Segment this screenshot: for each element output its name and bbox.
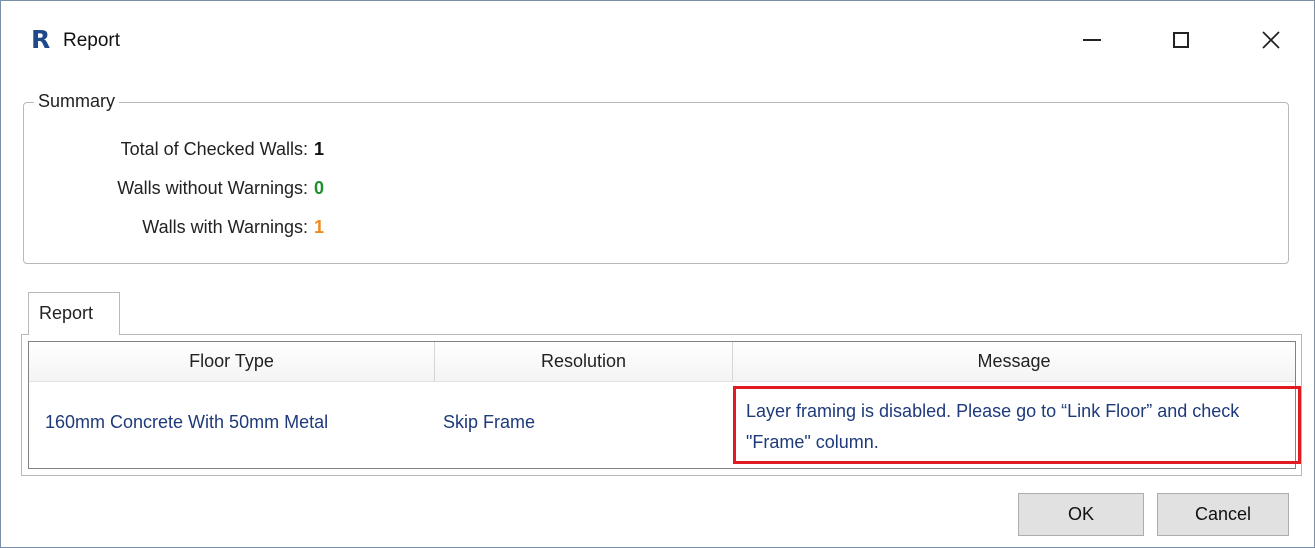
summary-row-with-warnings: Walls with Warnings: 1 — [28, 217, 324, 238]
revit-app-icon: R — [31, 25, 51, 54]
summary-value-without-warnings: 0 — [314, 178, 325, 198]
summary-label-without-warnings: Walls without Warnings: — [117, 178, 308, 198]
title-bar[interactable]: R Report — [1, 1, 1314, 79]
tab-report-label: Report — [39, 303, 94, 323]
minimize-icon — [1083, 39, 1101, 41]
cancel-button[interactable]: Cancel — [1157, 493, 1289, 536]
minimize-button[interactable] — [1069, 19, 1115, 61]
column-header-floor-type[interactable]: Floor Type — [29, 342, 435, 382]
message-highlight-box: Layer framing is disabled. Please go to … — [733, 386, 1301, 464]
summary-row-without-warnings: Walls without Warnings: 0 — [28, 178, 324, 199]
cell-message[interactable]: Layer framing is disabled. Please go to … — [746, 396, 1291, 458]
column-header-message[interactable]: Message — [733, 342, 1295, 382]
ok-button[interactable]: OK — [1018, 493, 1144, 536]
cell-resolution[interactable]: Skip Frame — [443, 412, 723, 433]
report-grid[interactable]: Floor Type Resolution Message 160mm Conc… — [28, 341, 1301, 469]
tab-report[interactable]: Report — [28, 292, 120, 335]
maximize-icon — [1173, 32, 1189, 48]
close-button[interactable] — [1248, 19, 1294, 61]
summary-row-total: Total of Checked Walls: 1 — [28, 139, 324, 160]
summary-value-total: 1 — [314, 139, 325, 159]
close-icon — [1262, 31, 1280, 49]
report-dialog: R Report Summary Total of Checked Walls:… — [0, 0, 1315, 548]
summary-legend: Summary — [34, 91, 120, 112]
summary-label-total: Total of Checked Walls: — [120, 139, 308, 159]
window-title: Report — [63, 30, 121, 51]
column-header-resolution[interactable]: Resolution — [435, 342, 733, 382]
cell-floor-type[interactable]: 160mm Concrete With 50mm Metal — [45, 412, 427, 433]
summary-groupbox: Summary Total of Checked Walls: 1 Walls w… — [23, 91, 1289, 264]
summary-label-with-warnings: Walls with Warnings: — [142, 217, 308, 237]
summary-value-with-warnings: 1 — [314, 217, 325, 237]
maximize-button[interactable] — [1158, 19, 1204, 61]
